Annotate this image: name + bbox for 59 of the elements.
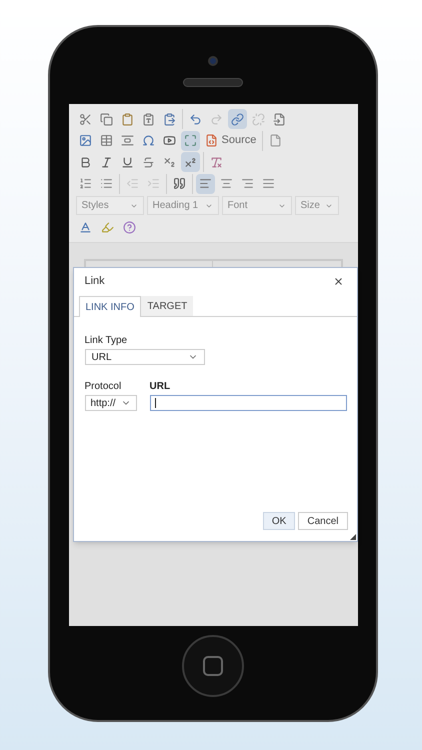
maximize-icon xyxy=(184,134,196,147)
url-field[interactable] xyxy=(150,395,346,411)
align-left-icon xyxy=(198,177,212,190)
link-icon xyxy=(230,112,244,126)
toolbar-button[interactable] xyxy=(228,109,246,129)
clipboard-icon xyxy=(120,112,134,126)
bold-icon xyxy=(78,156,92,168)
copy-icon xyxy=(100,112,112,126)
document-arrow-icon xyxy=(272,112,286,126)
superscript-icon xyxy=(184,156,196,168)
align-justify-icon xyxy=(262,177,274,190)
indent-icon xyxy=(146,177,160,190)
highlighter-icon xyxy=(100,221,114,234)
italic-icon xyxy=(100,156,112,168)
table-icon xyxy=(100,134,112,147)
html-file-icon xyxy=(204,134,218,147)
strikethrough-icon xyxy=(142,156,154,168)
clipboard-text-icon xyxy=(142,112,154,126)
eraser-text-icon xyxy=(210,156,222,168)
toolbar-button[interactable] xyxy=(196,174,214,194)
align-center-icon xyxy=(220,177,232,190)
scissors-icon xyxy=(78,112,92,126)
quote-icon xyxy=(172,177,186,190)
outdent-icon xyxy=(126,177,138,190)
unlink-icon xyxy=(252,112,264,126)
blank-page-icon xyxy=(269,134,282,147)
numbered-list-icon xyxy=(78,177,92,190)
square-icon xyxy=(203,656,223,676)
image-icon xyxy=(78,134,92,147)
protocol-select[interactable]: http:// xyxy=(84,395,136,411)
omega-icon xyxy=(142,134,154,147)
resize-grip-icon xyxy=(350,534,356,540)
text-cursor xyxy=(154,398,156,408)
help-icon xyxy=(122,221,136,234)
bulleted-list-icon xyxy=(100,177,112,190)
dialog-title: Link xyxy=(84,274,105,290)
field-label: Link Type xyxy=(84,334,128,348)
align-right-icon xyxy=(240,177,254,190)
video-icon xyxy=(162,134,176,147)
ok-button[interactable]: OK xyxy=(262,512,296,530)
text-lines-icon xyxy=(120,134,134,147)
toolbar-button[interactable]: Source xyxy=(202,130,260,150)
redo-icon xyxy=(210,112,222,126)
link-type-select[interactable]: URL xyxy=(84,349,204,365)
dialog-tab[interactable]: LINK INFO xyxy=(78,296,142,317)
text-color-icon xyxy=(78,221,92,234)
clipboard-paste-icon xyxy=(162,112,176,126)
subscript-icon xyxy=(162,156,176,168)
toolbar-button[interactable] xyxy=(180,130,200,150)
dialog-tab[interactable]: TARGET xyxy=(141,296,194,316)
speaker-grille xyxy=(183,78,243,87)
cancel-button[interactable]: Cancel xyxy=(298,512,348,530)
field-label: Protocol xyxy=(84,380,122,394)
underline-icon xyxy=(120,156,134,168)
field-label: URL xyxy=(150,380,172,394)
toolbar-button[interactable] xyxy=(180,152,200,172)
undo-icon xyxy=(188,112,202,126)
camera-icon xyxy=(208,56,218,66)
close-icon xyxy=(333,276,344,287)
